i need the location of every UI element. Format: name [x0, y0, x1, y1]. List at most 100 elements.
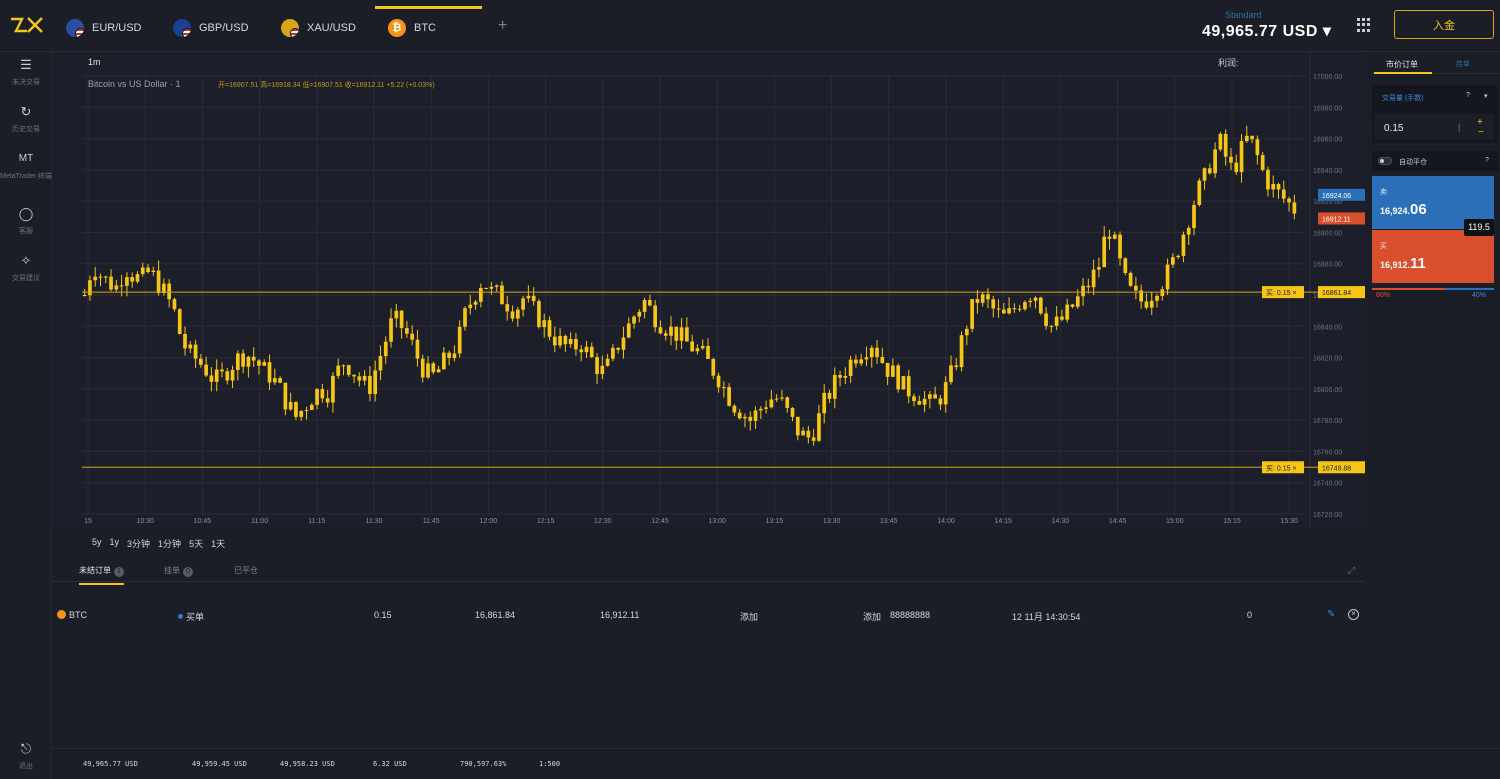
- period-5d[interactable]: 5天: [189, 537, 203, 550]
- candle-body: [325, 398, 330, 403]
- candle-body: [986, 294, 990, 300]
- tab-btc[interactable]: ₿ BTC: [375, 6, 482, 46]
- candle-body: [1218, 133, 1223, 150]
- candle-body: [1033, 297, 1038, 301]
- exness-logo-icon[interactable]: [8, 12, 46, 38]
- candle-body: [906, 376, 911, 397]
- chevron-down-icon[interactable]: ▾: [1484, 92, 1488, 100]
- candle-body: [214, 369, 219, 382]
- candle-body: [811, 437, 816, 441]
- order-volume: 0.15: [374, 610, 392, 620]
- top-bar: EUR/USD GBP/USD XAU/USD ₿ BTC + Standard…: [0, 0, 1500, 52]
- auto-close-toggle[interactable]: [1378, 157, 1392, 165]
- account-balance-dropdown[interactable]: 49,965.77 USD ▾: [1202, 21, 1331, 41]
- candle-body: [938, 398, 943, 405]
- expand-icon[interactable]: ⤢: [1348, 565, 1355, 576]
- candle-body: [891, 365, 895, 377]
- table-row[interactable]: BTC 买单 0.15 16,861.84 16,912.11 添加 添加 88…: [52, 605, 1365, 625]
- help-icon[interactable]: ?: [1466, 92, 1470, 99]
- candle-body: [743, 416, 747, 419]
- candle-body: [399, 310, 404, 329]
- candle-body: [626, 323, 631, 338]
- tab-closed-orders[interactable]: 已平仓: [234, 565, 258, 576]
- lot-size-value[interactable]: 0.15: [1384, 123, 1403, 134]
- tab-eur-usd[interactable]: EUR/USD: [66, 8, 142, 48]
- candle-body: [600, 365, 605, 375]
- order-pnl: 0: [1247, 610, 1253, 620]
- timeframe-selector[interactable]: 1m: [88, 57, 101, 67]
- candle-body: [394, 310, 399, 319]
- decrease-lot-button[interactable]: −: [1478, 127, 1484, 138]
- deposit-button[interactable]: 入金: [1394, 10, 1494, 39]
- candle-body: [832, 375, 837, 399]
- candle-body: [484, 287, 488, 289]
- sidebar-item-label: 历史交易: [12, 126, 40, 133]
- candlestick-chart[interactable]: 17000.0016980.0016960.0016940.0016920.00…: [52, 52, 1365, 528]
- candle-body: [183, 333, 187, 349]
- x-tick-label: 10:45: [194, 518, 212, 525]
- order-take-profit-add[interactable]: 添加: [740, 610, 758, 623]
- candle-body: [737, 412, 742, 419]
- candle-body: [975, 299, 980, 303]
- candle-body: [521, 298, 525, 310]
- candle-body: [526, 295, 531, 299]
- sidebar-item-history[interactable]: ↻ 历史交易: [0, 104, 52, 134]
- apps-grid-icon[interactable]: [1357, 18, 1371, 32]
- x-tick-label: 11:45: [423, 518, 440, 525]
- candle-body: [346, 365, 351, 375]
- candle-body: [98, 276, 103, 278]
- candle-body: [621, 337, 626, 350]
- profit-label: 利润:: [1218, 58, 1239, 68]
- price-chart[interactable]: 17000.00 16980.00 16960.00 16940.00 16920.00…: [52, 52, 1365, 528]
- candle-body: [1281, 189, 1286, 199]
- sidebar-item-label: MetaTrader 终端: [0, 173, 52, 180]
- candle-body: [1197, 180, 1202, 205]
- x-tick-label: 15:30: [1280, 518, 1298, 525]
- sidebar-item-open-positions[interactable]: ☰ 未决交易: [0, 57, 52, 87]
- period-5y[interactable]: 5y: [92, 537, 102, 550]
- lot-size-input[interactable]: 0.15 | + −: [1374, 114, 1494, 140]
- period-3min[interactable]: 3分钟: [127, 537, 150, 550]
- x-tick-label: 13:15: [766, 518, 784, 525]
- sidebar-item-trade-ideas[interactable]: ✧ 交易建议: [0, 253, 52, 283]
- exit-icon: ⎋: [20, 741, 32, 756]
- x-tick-label: 12:45: [651, 518, 669, 525]
- x-tick-label: 12:15: [537, 518, 555, 525]
- tab-open-orders[interactable]: 未结订单 1: [79, 565, 124, 585]
- tab-market-order[interactable]: 市价订单: [1386, 59, 1418, 70]
- period-1y[interactable]: 1y: [110, 537, 120, 550]
- edit-pencil-icon[interactable]: ✎: [1327, 609, 1335, 620]
- input-cursor: |: [1458, 122, 1461, 132]
- help-icon[interactable]: ?: [1485, 157, 1489, 164]
- x-tick-label: 14:45: [1109, 518, 1127, 525]
- tab-xau-usd[interactable]: XAU/USD: [281, 8, 356, 48]
- tab-pending-order[interactable]: 挂单: [1456, 59, 1470, 69]
- close-position-icon[interactable]: ×: [1348, 609, 1359, 620]
- sidebar-item-metatrader[interactable]: MT MetaTrader 终端: [0, 151, 52, 181]
- candle-body: [341, 365, 346, 367]
- candle-body: [309, 404, 314, 410]
- candle-body: [283, 382, 288, 410]
- candle-body: [695, 348, 700, 352]
- ask-price-badge-text: 16924.06: [1322, 193, 1351, 200]
- candle-body: [177, 309, 182, 334]
- volume-mode-select[interactable]: 交易量 (手数): [1382, 93, 1424, 103]
- y-tick-label: 16760.00: [1313, 449, 1342, 456]
- period-1min[interactable]: 1分钟: [158, 537, 181, 550]
- buy-button[interactable]: 买 16,912.11: [1372, 230, 1494, 283]
- y-tick-label: 16820.00: [1313, 356, 1342, 363]
- sidebar-item-exit[interactable]: ⎋ 退出: [0, 741, 52, 771]
- buy-dot-icon: [178, 614, 183, 619]
- order-stop-loss-add[interactable]: 添加: [863, 610, 881, 623]
- candle-body: [494, 285, 499, 287]
- candle-body: [405, 328, 409, 334]
- add-tab-button[interactable]: +: [498, 17, 507, 35]
- tab-gbp-usd[interactable]: GBP/USD: [173, 8, 249, 48]
- candle-body: [1144, 301, 1149, 308]
- period-1d[interactable]: 1天: [211, 537, 225, 550]
- tab-pending-orders[interactable]: 挂单 0: [164, 565, 193, 577]
- candle-body: [552, 336, 557, 346]
- candle-body: [964, 328, 969, 336]
- sidebar-item-support[interactable]: ◯ 客服: [0, 206, 52, 236]
- candle-body: [146, 267, 150, 273]
